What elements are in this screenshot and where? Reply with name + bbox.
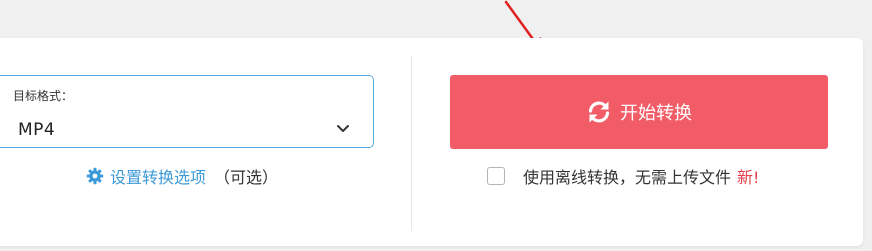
target-format-label: 目标格式：: [13, 89, 74, 103]
target-format-select[interactable]: 目标格式： MP4: [0, 75, 374, 148]
chevron-down-icon: [337, 125, 349, 132]
offline-conversion-label[interactable]: 使用离线转换，无需上传文件: [523, 164, 731, 188]
settings-optional-note: （可选）: [214, 168, 279, 187]
panel-divider: [411, 56, 412, 231]
new-badge: 新!: [737, 168, 760, 187]
refresh-icon: [588, 101, 610, 123]
offline-conversion-checkbox[interactable]: [487, 167, 505, 185]
settings-options-link[interactable]: 设置转换选项 （可选）: [86, 165, 278, 187]
offline-conversion-option: 使用离线转换，无需上传文件 新!: [487, 165, 759, 187]
start-conversion-button[interactable]: 开始转换: [450, 75, 828, 149]
converter-panel: 目标格式： MP4 设置转换选项 （可选） 开始转换 使用离线转换，无需上传文件…: [0, 38, 863, 246]
start-conversion-label: 开始转换: [620, 103, 692, 124]
gear-icon: [86, 167, 104, 185]
target-format-value: MP4: [18, 120, 56, 140]
settings-options-text: 设置转换选项: [110, 168, 207, 187]
